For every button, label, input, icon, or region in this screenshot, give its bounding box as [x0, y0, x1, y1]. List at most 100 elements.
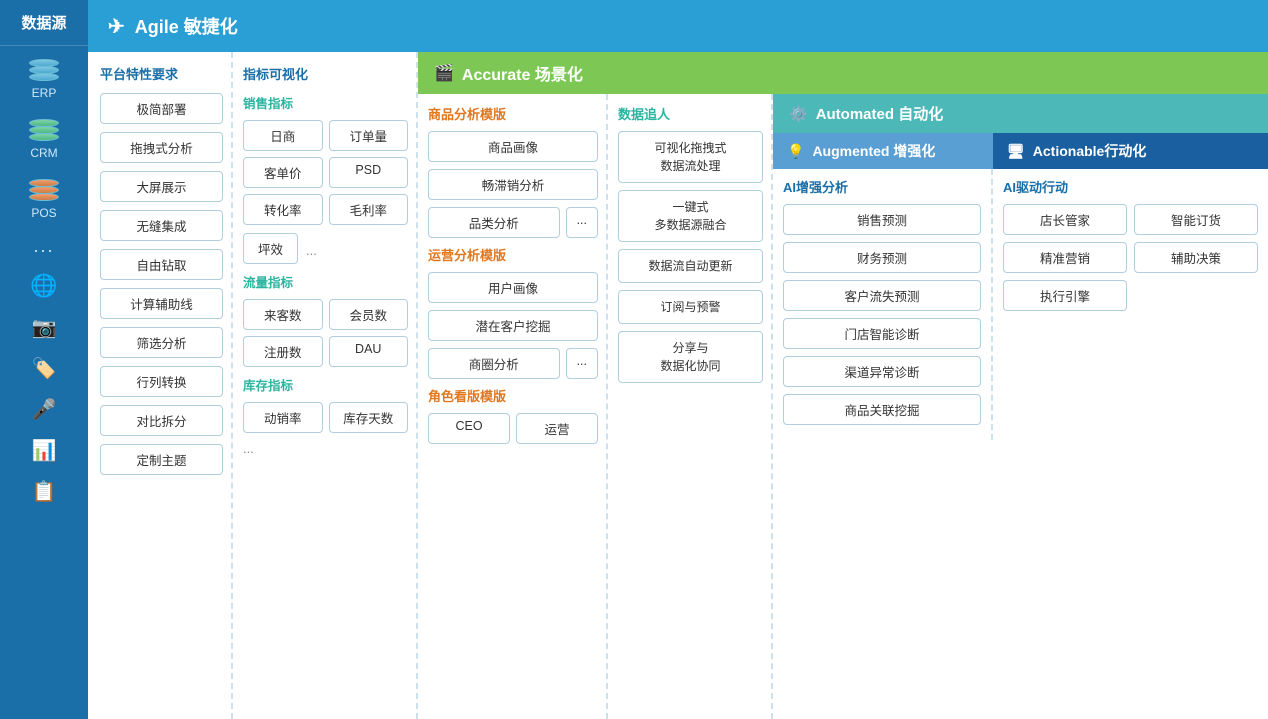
ops-small-grid: 商圈分析 ...: [428, 348, 598, 379]
action-item-2[interactable]: 精准营销: [1003, 242, 1127, 273]
tracker-item-3[interactable]: 订阅与预警: [618, 290, 763, 324]
main-content: ✈ Agile 敏捷化 平台特性要求 极简部署 拖拽式分析 大屏展示 无缝集成 …: [88, 0, 1268, 719]
role-model-title: 角色看版模版: [428, 386, 598, 405]
actionable-title: Actionable行动化: [1033, 141, 1147, 161]
metric-zhuceshu[interactable]: 注册数: [243, 336, 323, 367]
action-item-0[interactable]: 店长管家: [1003, 204, 1127, 235]
action-item-3[interactable]: 辅助决策: [1134, 242, 1258, 273]
metric-psd[interactable]: PSD: [329, 157, 409, 188]
aug-item-2[interactable]: 客户流失预测: [783, 280, 981, 311]
model-ceo[interactable]: CEO: [428, 413, 510, 444]
sales-dots: ...: [306, 243, 317, 258]
sidebar-item-camera[interactable]: 📷: [0, 305, 88, 346]
camera-icon: 📷: [32, 315, 57, 340]
automated-title: Automated 自动化: [816, 103, 944, 124]
aug-item-4[interactable]: 渠道异常诊断: [783, 356, 981, 387]
model-pinlei[interactable]: 品类分析: [428, 207, 560, 238]
feature-jisuan[interactable]: 计算辅助线: [100, 288, 223, 319]
action-item-1[interactable]: 智能订货: [1134, 204, 1258, 235]
tracker-item-2[interactable]: 数据流自动更新: [618, 249, 763, 283]
aug-item-0[interactable]: 销售预测: [783, 204, 981, 235]
accurate-icon: 🎬: [434, 63, 454, 83]
traffic-metric-grid: 来客数 会员数 注册数 DAU: [243, 299, 408, 367]
erp-db-icon: [26, 56, 62, 84]
ops-model-title: 运营分析模版: [428, 245, 598, 264]
feature-tuozhuai[interactable]: 拖拽式分析: [100, 132, 223, 163]
metric-kucuntianshu[interactable]: 库存天数: [329, 402, 409, 433]
model-changzhi[interactable]: 畅滞销分析: [428, 169, 598, 200]
augmented-section: 💡 Augmented 增强化 AI增强分析 销售预测 财务预测 客户流失预测 …: [773, 133, 993, 719]
tracker-column: 数据追人 可视化拖拽式数据流处理 一键式多数据源融合 数据流自动更新 订阅与预警…: [608, 94, 773, 719]
metric-pingxiao[interactable]: 坪效: [243, 233, 298, 264]
tag-icon: 🏷️: [32, 356, 57, 381]
sidebar-item-mic[interactable]: 🎤: [0, 387, 88, 428]
excel-icon: 📊: [32, 438, 57, 463]
model-potential[interactable]: 潜在客户挖掘: [428, 310, 598, 341]
crm-label: CRM: [30, 146, 57, 160]
feature-dingzhi[interactable]: 定制主题: [100, 444, 223, 475]
metric-maoli[interactable]: 毛利率: [329, 194, 409, 225]
sidebar-item-tag[interactable]: 🏷️: [0, 346, 88, 387]
metric-dau[interactable]: DAU: [329, 336, 409, 367]
tracker-title: 数据追人: [618, 104, 763, 123]
accurate-title: Accurate 场景化: [462, 61, 583, 85]
traffic-metrics-title: 流量指标: [243, 272, 408, 291]
inventory-metric-grid: 动销率 库存天数: [243, 402, 408, 433]
augmented-icon: 💡: [787, 143, 804, 160]
automated-icon: ⚙️: [789, 105, 808, 123]
aug-item-1[interactable]: 财务预测: [783, 242, 981, 273]
tracker-item-4[interactable]: 分享与数据化协同: [618, 331, 763, 383]
accurate-header: 🎬 Accurate 场景化: [418, 52, 1268, 94]
pos-db-icon: [26, 176, 62, 204]
metric-kedanjia[interactable]: 客单价: [243, 157, 323, 188]
action-item-4[interactable]: 执行引擎: [1003, 280, 1127, 311]
model-shangjuan[interactable]: 商圈分析: [428, 348, 560, 379]
sidebar-item-excel[interactable]: 📊: [0, 428, 88, 469]
inventory-dots: ...: [243, 441, 408, 456]
metric-dongxiaolv[interactable]: 动销率: [243, 402, 323, 433]
metric-huiyuanshu[interactable]: 会员数: [329, 299, 409, 330]
crm-db-icon: [26, 116, 62, 144]
ops-dots: ...: [566, 348, 598, 379]
mic-icon: 🎤: [32, 397, 57, 422]
aug-item-3[interactable]: 门店智能诊断: [783, 318, 981, 349]
sidebar-item-pos[interactable]: POS: [0, 166, 88, 226]
weibo-icon: 🌐: [30, 273, 57, 299]
metrics-title: 指标可视化: [243, 64, 408, 83]
sidebar-item-copy[interactable]: 📋: [0, 469, 88, 510]
feature-hanglie[interactable]: 行列转换: [100, 366, 223, 397]
metric-dingdan[interactable]: 订单量: [329, 120, 409, 151]
metric-zhuanhua[interactable]: 转化率: [243, 194, 323, 225]
right-panels: 🎬 Accurate 场景化 商品分析模版 商品画像 畅滞销分析 品类分析 ..…: [418, 52, 1268, 719]
feature-shaixuan[interactable]: 筛选分析: [100, 327, 223, 358]
sales-metrics-title: 销售指标: [243, 93, 408, 112]
model-goods-portrait[interactable]: 商品画像: [428, 131, 598, 162]
goods-model-title: 商品分析模版: [428, 104, 598, 123]
sidebar-item-weibo[interactable]: 🌐: [0, 263, 88, 305]
sidebar-item-erp[interactable]: ERP: [0, 46, 88, 106]
feature-duibi[interactable]: 对比拆分: [100, 405, 223, 436]
actionable-section: 🖥 Actionable行动化 AI驱动行动 店长管家 智能订货 精准营销: [993, 133, 1268, 719]
ai-augmented-title: AI增强分析: [783, 177, 981, 196]
sidebar-item-crm[interactable]: CRM: [0, 106, 88, 166]
feature-daping[interactable]: 大屏展示: [100, 171, 223, 202]
copy-icon: 📋: [32, 479, 57, 504]
sidebar: 数据源 ERP CRM: [0, 0, 88, 719]
model-user-portrait[interactable]: 用户画像: [428, 272, 598, 303]
action-grid: 店长管家 智能订货 精准营销 辅助决策 执行引擎: [1003, 204, 1258, 311]
feature-ziyou[interactable]: 自由钻取: [100, 249, 223, 280]
tracker-item-1[interactable]: 一键式多数据源融合: [618, 190, 763, 242]
metric-laikeshu[interactable]: 来客数: [243, 299, 323, 330]
tracker-item-0[interactable]: 可视化拖拽式数据流处理: [618, 131, 763, 183]
body-area: 平台特性要求 极简部署 拖拽式分析 大屏展示 无缝集成 自由钻取 计算辅助线 筛…: [88, 52, 1268, 719]
platform-column: 平台特性要求 极简部署 拖拽式分析 大屏展示 无缝集成 自由钻取 计算辅助线 筛…: [88, 52, 233, 719]
model-ops[interactable]: 运营: [516, 413, 598, 444]
agile-header: ✈ Agile 敏捷化: [88, 0, 1268, 52]
feature-wufeng[interactable]: 无缝集成: [100, 210, 223, 241]
metric-rishang[interactable]: 日商: [243, 120, 323, 151]
goods-small-grid: 品类分析 ...: [428, 207, 598, 238]
aug-item-5[interactable]: 商品关联挖掘: [783, 394, 981, 425]
sidebar-header: 数据源: [0, 0, 88, 46]
feature-jianjian[interactable]: 极简部署: [100, 93, 223, 124]
ai-action-title: AI驱动行动: [1003, 177, 1258, 196]
